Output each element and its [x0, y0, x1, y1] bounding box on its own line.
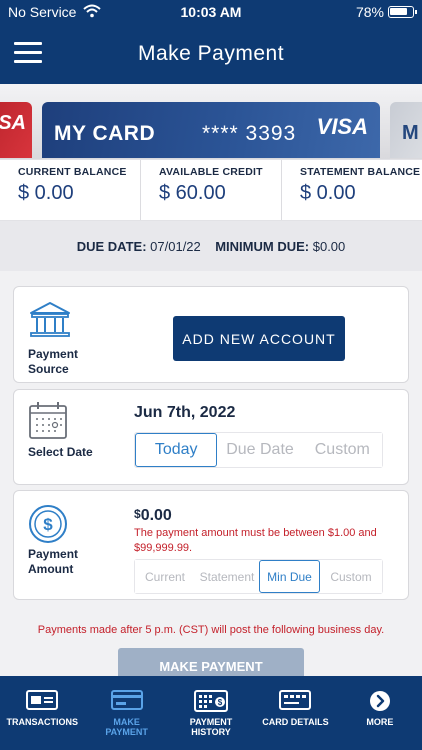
payment-source-panel: Payment Source ADD NEW ACCOUNT — [13, 286, 409, 383]
select-date-label: Select Date — [28, 445, 93, 459]
amount-value: 0.00 — [140, 507, 172, 524]
cutoff-notice: Payments made after 5 p.m. (CST) will po… — [37, 624, 385, 636]
bottom-nav: TRANSACTIONS MAKE PAYMENT $ PAYMENT HISTOR… — [0, 676, 422, 750]
balance-value: $ 0.00 — [300, 182, 356, 204]
date-option-custom[interactable]: Custom — [302, 433, 382, 467]
label-line: Payment — [28, 347, 79, 361]
dollar-circle-icon: $ — [28, 504, 68, 549]
battery-percent: 78% — [355, 4, 384, 20]
nav-label: MORE — [338, 717, 422, 727]
visa-logo: VISA — [316, 114, 368, 139]
currency-symbol: $ — [134, 507, 141, 521]
card-previous[interactable]: SA — [0, 102, 32, 158]
card-previous-label: SA — [0, 112, 26, 134]
label-line: Source — [28, 362, 69, 376]
payment-amount-value[interactable]: $0.00 — [134, 507, 172, 525]
card-carousel[interactable]: SA MY CARD **** 3393 VISA M — [0, 84, 422, 159]
bank-icon — [28, 301, 72, 344]
selected-date: Jun 7th, 2022 — [134, 404, 236, 421]
nav-make-payment[interactable]: MAKE PAYMENT — [84, 676, 168, 750]
nav-label: CARD DETAILS — [253, 717, 337, 727]
calendar-icon — [28, 401, 68, 446]
label-line: Amount — [28, 562, 74, 576]
more-icon — [369, 690, 391, 717]
amount-option-min-due[interactable]: Min Due — [259, 560, 320, 593]
payment-history-icon: $ — [194, 690, 229, 717]
payment-amount-label: Payment Amount — [28, 547, 78, 577]
card-next-label: M — [402, 122, 419, 144]
minimum-due-label: MINIMUM DUE: — [215, 239, 310, 254]
transactions-icon — [26, 690, 59, 715]
battery-icon — [388, 6, 417, 18]
balance-label: AVAILABLE CREDIT — [159, 166, 263, 178]
due-date-label: DUE DATE: — [76, 239, 147, 254]
make-payment-icon — [110, 690, 143, 715]
add-new-account-button[interactable]: ADD NEW ACCOUNT — [173, 316, 345, 361]
current-balance: CURRENT BALANCE $ 0.00 — [0, 160, 141, 220]
balance-label: CURRENT BALANCE — [18, 166, 127, 178]
nav-label-line: PAYMENT — [189, 717, 233, 727]
date-option-due-date[interactable]: Due Date — [217, 433, 303, 467]
available-credit: AVAILABLE CREDIT $ 60.00 — [141, 160, 282, 220]
card-selected[interactable]: MY CARD **** 3393 VISA — [42, 102, 380, 158]
card-next[interactable]: M — [390, 102, 422, 158]
svg-text:$: $ — [218, 698, 223, 707]
nav-label-line: MAKE — [113, 717, 140, 727]
payment-source-label: Payment Source — [28, 347, 78, 377]
nav-label-line: MORE — [366, 717, 394, 727]
nav-label: TRANSACTIONS — [0, 717, 84, 727]
nav-more[interactable]: MORE — [338, 676, 422, 750]
amount-option-statement[interactable]: Statement — [195, 560, 259, 593]
due-date-value: 07/01/22 — [150, 239, 201, 254]
amount-option-custom[interactable]: Custom — [320, 560, 382, 593]
payment-amount-panel: $ Payment Amount $0.00 The payment amoun… — [13, 490, 409, 600]
label-line: Payment — [28, 547, 79, 561]
minimum-due-value: $0.00 — [312, 239, 346, 254]
title-bar: Make Payment — [0, 24, 422, 84]
nav-card-details[interactable]: CARD DETAILS — [253, 676, 337, 750]
balance-summary: CURRENT BALANCE $ 0.00 AVAILABLE CREDIT … — [0, 159, 422, 221]
amount-option-selector: Current Statement Min Due Custom — [134, 559, 383, 594]
balance-value: $ 0.00 — [18, 182, 74, 204]
date-option-selector: Today Due Date Custom — [134, 432, 383, 468]
nav-transactions[interactable]: TRANSACTIONS — [0, 676, 84, 750]
balance-label: STATEMENT BALANCE — [300, 166, 421, 178]
page-title: Make Payment — [137, 42, 285, 65]
select-date-panel: Select Date Jun 7th, 2022 Today Due Date… — [13, 389, 409, 485]
statement-balance: STATEMENT BALANCE $ 0.00 — [282, 160, 422, 220]
nav-payment-history[interactable]: $ PAYMENT HISTORY — [169, 676, 253, 750]
amount-option-current[interactable]: Current — [135, 560, 195, 593]
app-header: No Service 10:03 AM 78% Make Payment — [0, 0, 422, 84]
balance-value: $ 60.00 — [159, 182, 226, 204]
status-bar: No Service 10:03 AM 78% — [0, 0, 422, 24]
nav-label: PAYMENT HISTORY — [169, 717, 253, 737]
nav-label-line: TRANSACTIONS — [6, 717, 78, 727]
due-info-bar: DUE DATE: 07/01/22 MINIMUM DUE: $0.00 — [0, 221, 422, 271]
nav-label-line: PAYMENT — [105, 727, 148, 737]
card-details-icon — [279, 690, 312, 715]
nav-label: MAKE PAYMENT — [84, 717, 168, 737]
card-number: **** 3393 — [202, 122, 297, 145]
card-name: MY CARD — [54, 122, 156, 145]
date-option-today[interactable]: Today — [135, 433, 218, 467]
svg-text:$: $ — [43, 515, 53, 534]
nav-label-line: HISTORY — [191, 727, 231, 737]
nav-label-line: CARD DETAILS — [262, 717, 329, 727]
amount-validation-message: The payment amount must be between $1.00… — [134, 527, 377, 554]
